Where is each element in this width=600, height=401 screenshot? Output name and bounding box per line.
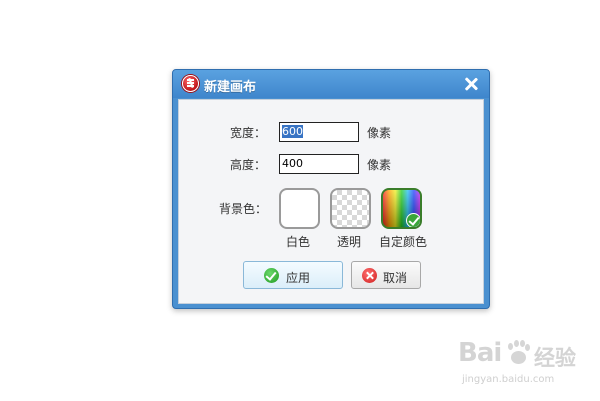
background-label: 背景色： (219, 202, 268, 216)
apply-button-label: 应用 (286, 271, 311, 285)
dialog-body: 宽度： 600 像素 高度： 400 像素 背景色： 白色 透明 自定颜色 应用… (178, 99, 484, 304)
background-white-label: 白色 (286, 235, 311, 249)
background-custom-color-label: 自定颜色 (379, 235, 428, 249)
width-unit: 像素 (367, 126, 392, 140)
close-icon[interactable] (461, 74, 481, 94)
cancel-circle-icon (362, 268, 377, 283)
dialog-title: 新建画布 (204, 80, 257, 95)
app-logo-icon (182, 75, 199, 92)
height-field[interactable]: 400 (279, 154, 359, 174)
cancel-button-label: 取消 (383, 271, 408, 285)
watermark-logo-text: Bai (458, 338, 502, 368)
width-value: 600 (282, 125, 303, 138)
height-value: 400 (282, 157, 303, 170)
cancel-button[interactable]: 取消 (351, 261, 421, 289)
watermark-url: jingyan.baidu.com (462, 374, 555, 385)
apply-button[interactable]: 应用 (243, 261, 343, 289)
selected-check-icon (406, 213, 420, 227)
paw-icon (506, 340, 530, 366)
baidu-jingyan-watermark: Bai 经验 jingyan.baidu.com (458, 334, 598, 394)
background-transparent-label: 透明 (337, 235, 362, 249)
watermark-site-text: 经验 (534, 346, 576, 370)
background-white-option[interactable] (279, 188, 320, 229)
check-circle-icon (264, 268, 279, 283)
width-field[interactable]: 600 (279, 122, 359, 142)
background-custom-color-option[interactable] (381, 188, 422, 229)
height-unit: 像素 (367, 158, 392, 172)
width-label: 宽度： (230, 126, 267, 140)
background-transparent-option[interactable] (330, 188, 371, 229)
dialog-titlebar[interactable]: 新建画布 (173, 70, 489, 98)
height-label: 高度： (230, 158, 267, 172)
new-canvas-dialog: 新建画布 宽度： 600 像素 高度： 400 像素 背景色： 白色 透明 自定… (172, 69, 490, 309)
